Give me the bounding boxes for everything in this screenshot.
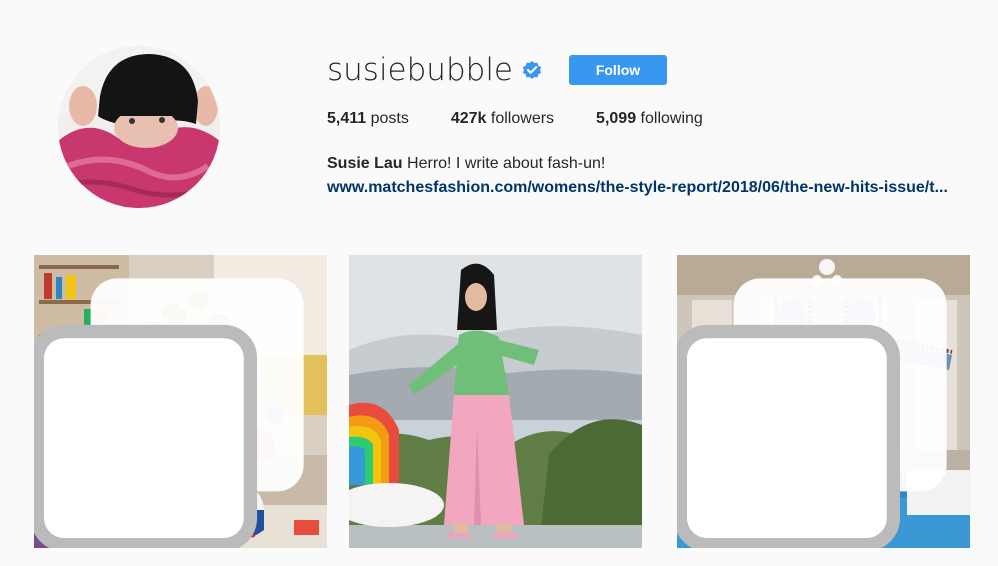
posts-stat: 5,411 posts [327, 110, 409, 128]
post-thumbnail[interactable] [34, 255, 327, 548]
profile-stats: 5,411 posts 427k followers 5,099 followi… [327, 110, 987, 128]
post-thumbnail[interactable] [349, 255, 642, 548]
post-image [349, 255, 642, 548]
full-name: Susie Lau [327, 155, 403, 172]
profile-title-row: susiebubble Follow [327, 50, 987, 90]
bio-link[interactable]: www.matchesfashion.com/womens/the-style-… [327, 176, 979, 200]
post-thumbnail[interactable] [677, 255, 970, 548]
profile-page: susiebubble Follow 5,411 posts 427k foll… [0, 0, 998, 566]
following-count: 5,099 [596, 110, 637, 127]
profile-info: susiebubble Follow 5,411 posts 427k foll… [327, 50, 987, 200]
followers-label: followers [490, 110, 555, 127]
bio-line: Susie Lau Herro! I write about fash-un! [327, 152, 987, 176]
following-label: following [640, 110, 703, 127]
username: susiebubble [327, 52, 513, 88]
bio-text: Herro! I write about fash-un! [407, 155, 606, 172]
followers-count: 427k [450, 110, 487, 127]
posts-label: posts [370, 110, 409, 127]
posts-count: 5,411 [327, 110, 367, 127]
multiple-images-icon [34, 278, 304, 548]
profile-bio: Susie Lau Herro! I write about fash-un! … [327, 152, 987, 200]
multiple-images-icon [677, 278, 947, 548]
follow-button[interactable]: Follow [569, 55, 667, 85]
followers-stat[interactable]: 427k followers [451, 110, 554, 128]
verified-badge-icon [522, 61, 542, 79]
following-stat[interactable]: 5,099 following [596, 110, 703, 128]
avatar[interactable] [58, 46, 220, 208]
